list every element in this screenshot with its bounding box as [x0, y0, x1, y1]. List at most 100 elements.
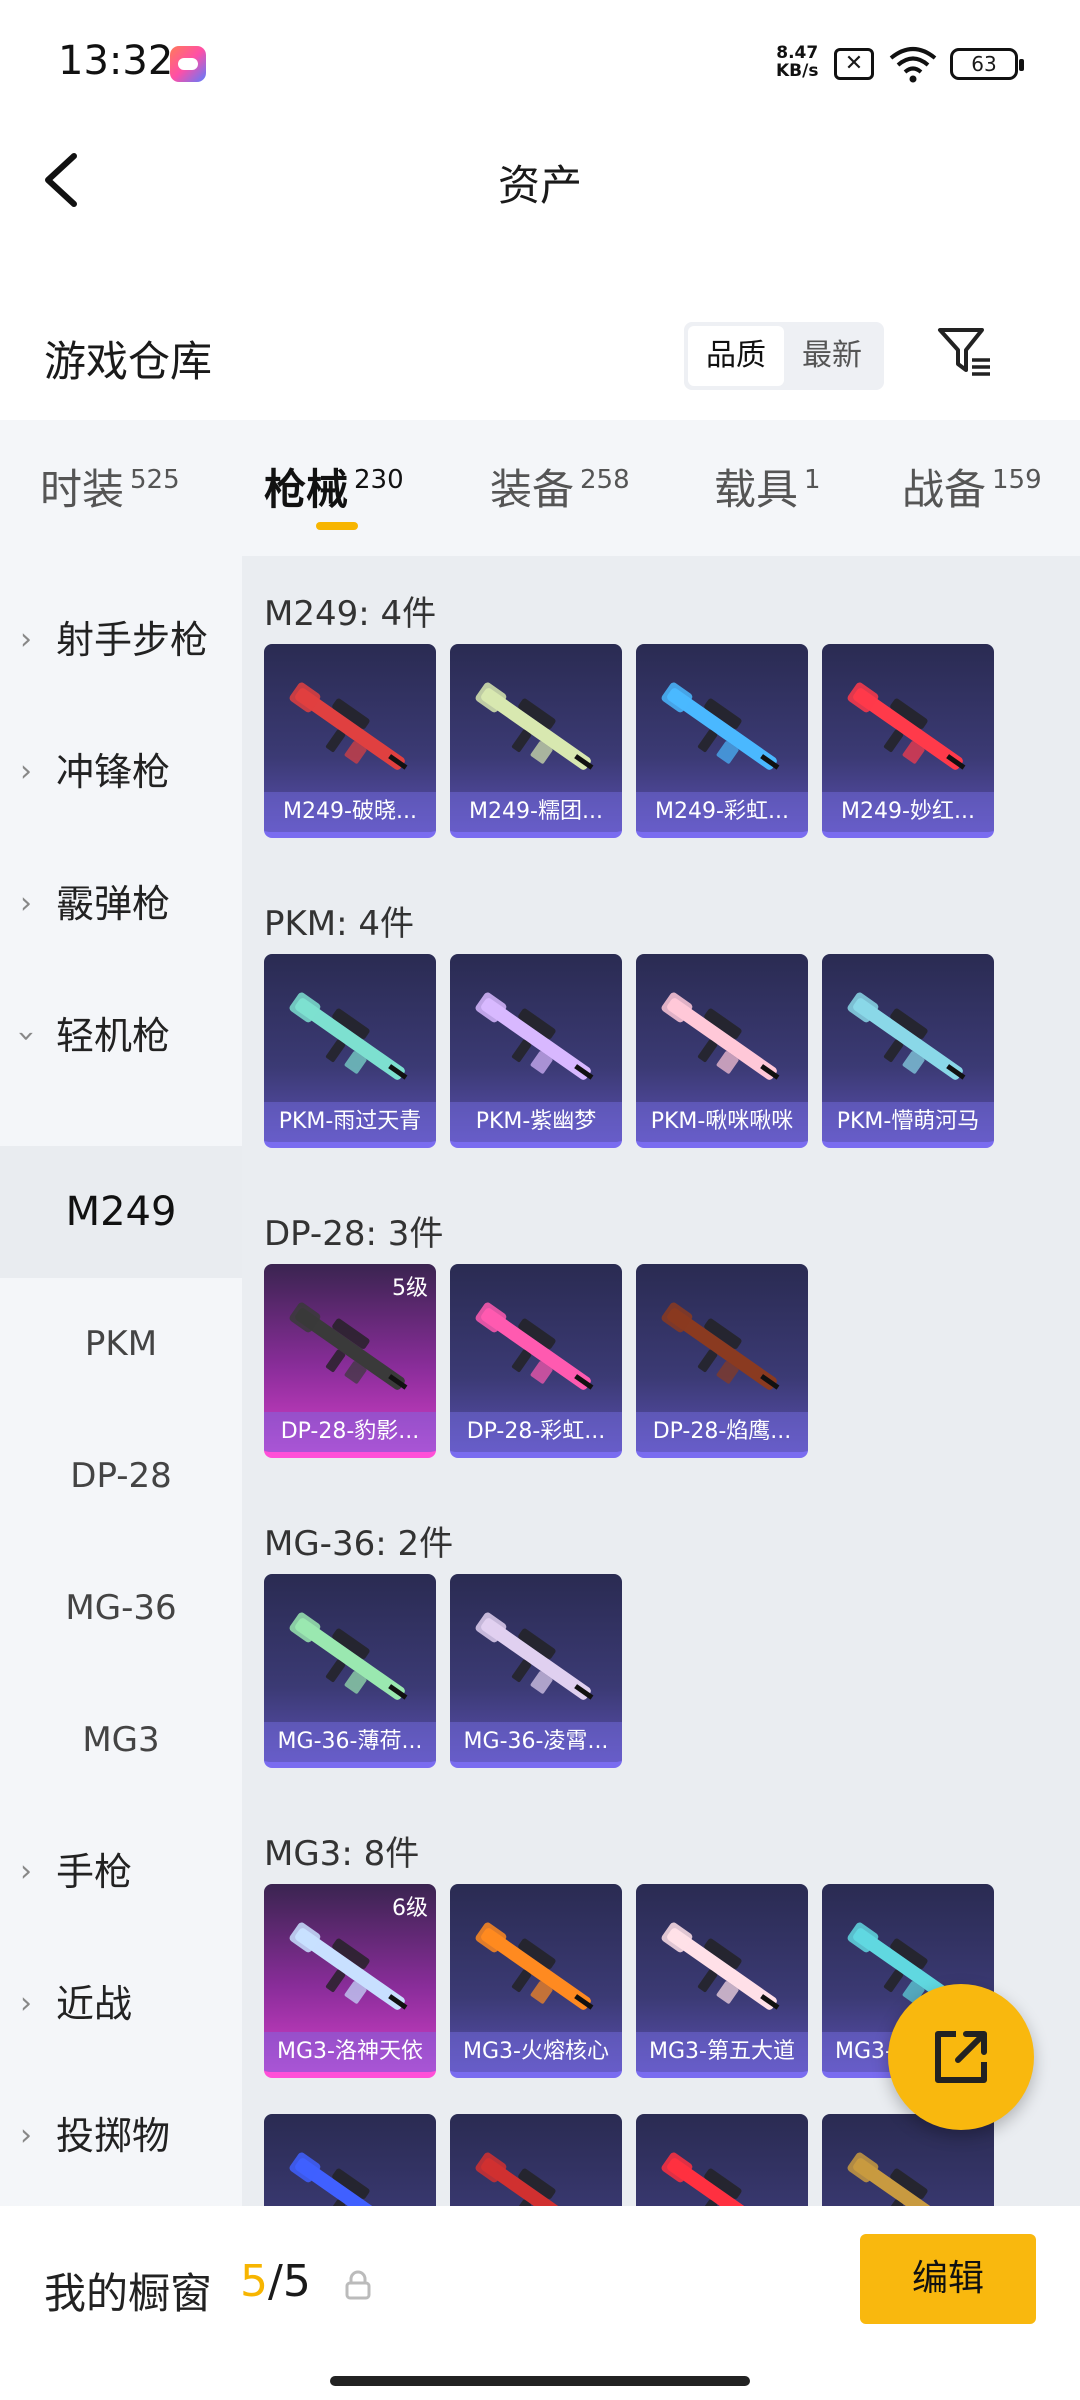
skin-card[interactable]: M249-妙红... — [822, 644, 994, 838]
tab-count: 230 — [354, 465, 404, 495]
sort-toggle: 品质 最新 — [684, 322, 884, 390]
tab-firearms[interactable]: 枪械 230 — [264, 456, 404, 517]
share-icon — [935, 2031, 987, 2083]
share-button[interactable] — [888, 1984, 1034, 2130]
skin-card[interactable]: MG3-第五大道 — [636, 1884, 808, 2078]
skin-card[interactable]: DP-28-焰鹰... — [636, 1264, 808, 1458]
gun-image — [661, 992, 780, 1080]
nav-category-throwable[interactable]: › 投掷物 — [0, 2070, 242, 2202]
gun-image — [475, 682, 594, 770]
tab-count: 159 — [992, 465, 1042, 495]
network-speed-value: 8.47 — [776, 43, 819, 63]
wifi-icon — [889, 47, 937, 83]
skin-card[interactable]: M249-彩虹... — [636, 644, 808, 838]
group-title: M249: 4件 — [264, 594, 437, 634]
chevron-right-icon: › — [20, 622, 32, 657]
page-title: 资产 — [497, 161, 582, 210]
nav-category-shotgun[interactable]: › 霰弹枪 — [0, 838, 242, 970]
gun-image — [661, 1922, 780, 2010]
category-tabs: 时装 525 枪械 230 装备 258 载具 1 战备 159 — [0, 420, 1080, 556]
nav-category-lmg[interactable]: › 轻机枪 — [0, 970, 242, 1102]
gun-image — [289, 1302, 408, 1390]
tab-count: 525 — [130, 465, 180, 495]
nav-category-dmr[interactable]: › 射手步枪 — [0, 574, 242, 706]
skin-grid: M249: 4件 M249-破晓... M249-糯团... M249-彩虹... M2… — [242, 556, 1080, 2206]
skin-card[interactable]: MG3-惊鸿侠骨 — [450, 2114, 622, 2206]
showcase-count: 5/5 — [240, 2256, 311, 2307]
gun-image — [289, 682, 408, 770]
status-bar: 13:32 8.47 KB/s ✕ 63 — [0, 0, 1080, 128]
tab-equipment[interactable]: 装备 258 — [490, 456, 630, 517]
skin-card[interactable]: MG-36-薄荷... — [264, 1574, 436, 1768]
tab-label: 战备 — [902, 465, 987, 514]
nav-category-label: 射手步枪 — [56, 618, 209, 662]
edit-button[interactable]: 编辑 — [860, 2234, 1036, 2324]
skin-card[interactable]: 6级 MG3-洛神天依 — [264, 1884, 436, 2078]
showcase-bar: 我的橱窗 5/5 编辑 — [0, 2206, 1080, 2400]
skin-level-badge: 6级 — [392, 1896, 428, 1921]
tab-label: 时装 — [40, 465, 125, 514]
skin-card[interactable]: M249-糯团... — [450, 644, 622, 838]
tab-fashion[interactable]: 时装 525 — [40, 456, 180, 517]
skin-card[interactable]: DP-28-彩虹... — [450, 1264, 622, 1458]
status-time: 13:32 — [58, 38, 174, 84]
gun-image — [661, 682, 780, 770]
skin-name: PKM-啾咪啾咪 — [636, 1102, 808, 1142]
skin-name: MG3-洛神天依 — [264, 2032, 436, 2072]
skin-card[interactable]: MG3-火熔核心 — [450, 1884, 622, 2078]
sort-quality-button[interactable]: 品质 — [688, 326, 784, 386]
tab-supplies[interactable]: 战备 159 — [902, 456, 1042, 517]
chevron-right-icon: › — [20, 886, 32, 921]
lock-icon — [345, 2270, 371, 2300]
skin-name: M249-妙红... — [822, 792, 994, 832]
skin-card[interactable]: PKM-雨过天青 — [264, 954, 436, 1148]
nav-sub-m249[interactable]: M249 — [0, 1146, 242, 1278]
skin-card[interactable]: MG-36-凌霄... — [450, 1574, 622, 1768]
skin-name: PKM-雨过天青 — [264, 1102, 436, 1142]
skin-name: M249-糯团... — [450, 792, 622, 832]
group-title: MG-36: 2件 — [264, 1524, 454, 1564]
skin-name: DP-28-豹影... — [264, 1412, 436, 1452]
skin-card[interactable]: 5级 DP-28-豹影... — [264, 1264, 436, 1458]
skin-name: MG3-第五大道 — [636, 2032, 808, 2072]
nav-category-melee[interactable]: › 近战 — [0, 1938, 242, 2070]
nav-sub-mg3[interactable]: MG3 — [0, 1674, 242, 1806]
skin-name: PKM-紫幽梦 — [450, 1102, 622, 1142]
showcase-count-current: 5 — [240, 2256, 268, 2307]
skin-card[interactable]: MG3-妙红点点 — [636, 2114, 808, 2206]
skin-name: PKM-懵萌河马 — [822, 1102, 994, 1142]
filter-icon[interactable] — [934, 322, 994, 382]
tab-label: 装备 — [490, 465, 575, 514]
gun-image — [661, 1302, 780, 1390]
gun-image — [289, 1612, 408, 1700]
gun-image — [475, 992, 594, 1080]
chevron-right-icon: › — [20, 1986, 32, 2021]
nav-category-smg[interactable]: › 冲锋枪 — [0, 706, 242, 838]
nav-category-pistol[interactable]: › 手枪 — [0, 1806, 242, 1938]
skin-card[interactable]: M249-破晓... — [264, 644, 436, 838]
skin-card[interactable]: PKM-紫幽梦 — [450, 954, 622, 1148]
skin-card[interactable]: PKM-懵萌河马 — [822, 954, 994, 1148]
tab-label: 枪械 — [264, 465, 349, 514]
skin-card[interactable]: MG3-幻世战... — [264, 2114, 436, 2206]
nav-sub-mg36[interactable]: MG-36 — [0, 1542, 242, 1674]
nav-category-label: 轻机枪 — [56, 1014, 171, 1058]
group-title: DP-28: 3件 — [264, 1214, 444, 1254]
gun-image — [289, 1922, 408, 2010]
nav-category-label: 冲锋枪 — [56, 750, 171, 794]
skin-name: M249-破晓... — [264, 792, 436, 832]
skin-card[interactable]: PKM-啾咪啾咪 — [636, 954, 808, 1148]
nav-category-label: 手枪 — [56, 1850, 133, 1894]
nav-sub-pkm[interactable]: PKM — [0, 1278, 242, 1410]
gun-image — [289, 2152, 405, 2206]
tab-vehicles[interactable]: 载具 1 — [714, 456, 821, 517]
sort-latest-button[interactable]: 最新 — [784, 326, 880, 386]
tab-label: 载具 — [714, 465, 799, 514]
warehouse-title: 游戏仓库 — [44, 337, 213, 386]
group-title: PKM: 4件 — [264, 904, 415, 944]
network-speed-unit: KB/s — [776, 61, 819, 81]
showcase-count-total: 5 — [282, 2256, 311, 2307]
chevron-right-icon: › — [20, 754, 32, 789]
gun-image — [289, 992, 408, 1080]
nav-sub-dp28[interactable]: DP-28 — [0, 1410, 242, 1542]
